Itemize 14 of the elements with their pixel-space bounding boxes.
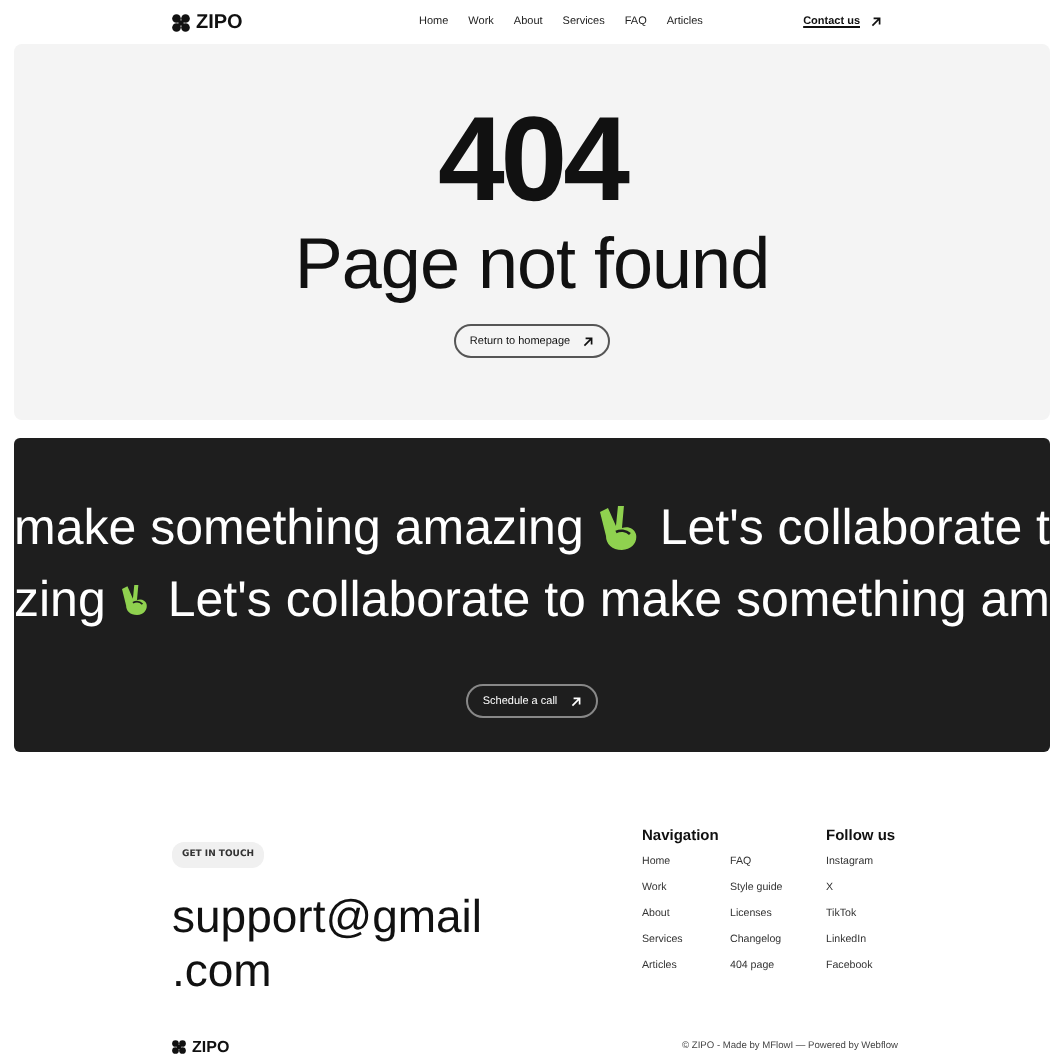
logo-icon <box>172 1040 186 1054</box>
logo-icon <box>172 13 190 31</box>
marquee-text: zing <box>14 571 106 629</box>
email-address[interactable]: support@gmail .com <box>172 890 642 998</box>
marquee-text: Let's collaborate to make something am <box>167 571 1050 629</box>
logo-text[interactable]: ZIPO <box>192 1038 230 1056</box>
marquee-text: Let's collaborate t <box>659 499 1050 557</box>
arrow-icon <box>870 16 882 28</box>
marquee-text: make something amazing <box>14 499 584 557</box>
arrow-icon <box>569 695 582 707</box>
page-title: Page not found <box>294 224 770 304</box>
logo-text[interactable]: ZIPO <box>196 11 243 33</box>
error-code: 404 <box>437 96 627 224</box>
arrow-icon <box>582 335 595 347</box>
